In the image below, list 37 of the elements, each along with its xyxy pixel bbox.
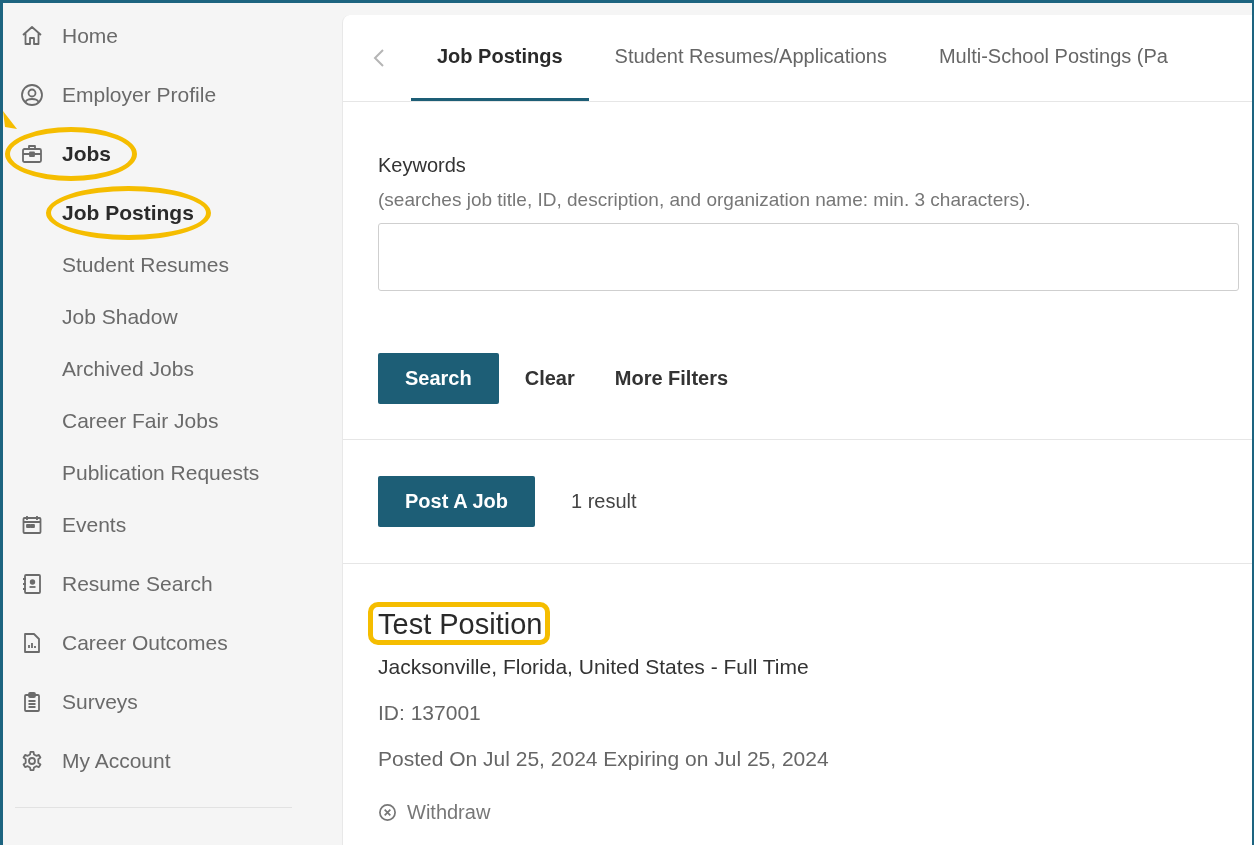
sidebar-subitem[interactable]: Job Shadow <box>62 305 178 329</box>
calendar-icon <box>20 513 44 537</box>
tab[interactable]: Student Resumes/Applications <box>588 15 913 101</box>
sidebar-item[interactable]: Surveys <box>62 690 138 714</box>
sidebar-subitem[interactable]: Archived Jobs <box>62 357 194 381</box>
post-job-button[interactable]: Post A Job <box>378 476 535 527</box>
sidebar-subitem[interactable]: Job Postings <box>62 201 194 225</box>
chevron-left-icon[interactable] <box>373 48 385 68</box>
sidebar-item[interactable]: Events <box>62 513 127 537</box>
sidebar-subitem[interactable]: Student Resumes <box>62 253 229 277</box>
sidebar-item[interactable]: Jobs <box>62 142 111 166</box>
contact-book-icon <box>20 572 44 596</box>
tab[interactable]: Multi-School Postings (Pa <box>912 15 1194 101</box>
sidebar-item[interactable]: My Account <box>62 749 171 773</box>
sidebar-item[interactable]: Resume Search <box>62 572 213 596</box>
sidebar-item[interactable]: Home <box>62 24 119 48</box>
job-id: ID: 137001 <box>378 701 482 725</box>
sidebar-item[interactable]: Employer Profile <box>62 83 217 107</box>
search-button[interactable]: Search <box>378 353 499 404</box>
withdraw-button[interactable]: Withdraw <box>378 801 491 824</box>
action-button[interactable]: More Filters <box>600 367 743 390</box>
job-title[interactable]: Test Position <box>378 608 543 640</box>
sidebar-item[interactable]: Career Outcomes <box>62 631 228 655</box>
job-location: Jacksonville, Florida, United States - Full Time <box>378 655 810 679</box>
result-count: 1 result <box>570 490 637 513</box>
field-label: Keywords <box>378 154 467 177</box>
field-hint: (searches job title, ID, description, and organization name: min. 3 characters). <box>378 189 1032 211</box>
sidebar-subitem[interactable]: Career Fair Jobs <box>62 409 219 433</box>
job-dates: Posted On Jul 25, 2024 Expiring on Jul 25, 2024 <box>378 747 830 771</box>
home-icon <box>20 24 44 48</box>
sidebar-subitem[interactable]: Publication Requests <box>62 461 260 485</box>
briefcase-icon <box>20 142 44 166</box>
tab[interactable]: Job Postings <box>411 15 589 101</box>
settings-icon <box>20 749 44 773</box>
close-icon <box>378 803 397 822</box>
user-icon <box>20 83 44 107</box>
action-button[interactable]: Clear <box>510 367 589 390</box>
